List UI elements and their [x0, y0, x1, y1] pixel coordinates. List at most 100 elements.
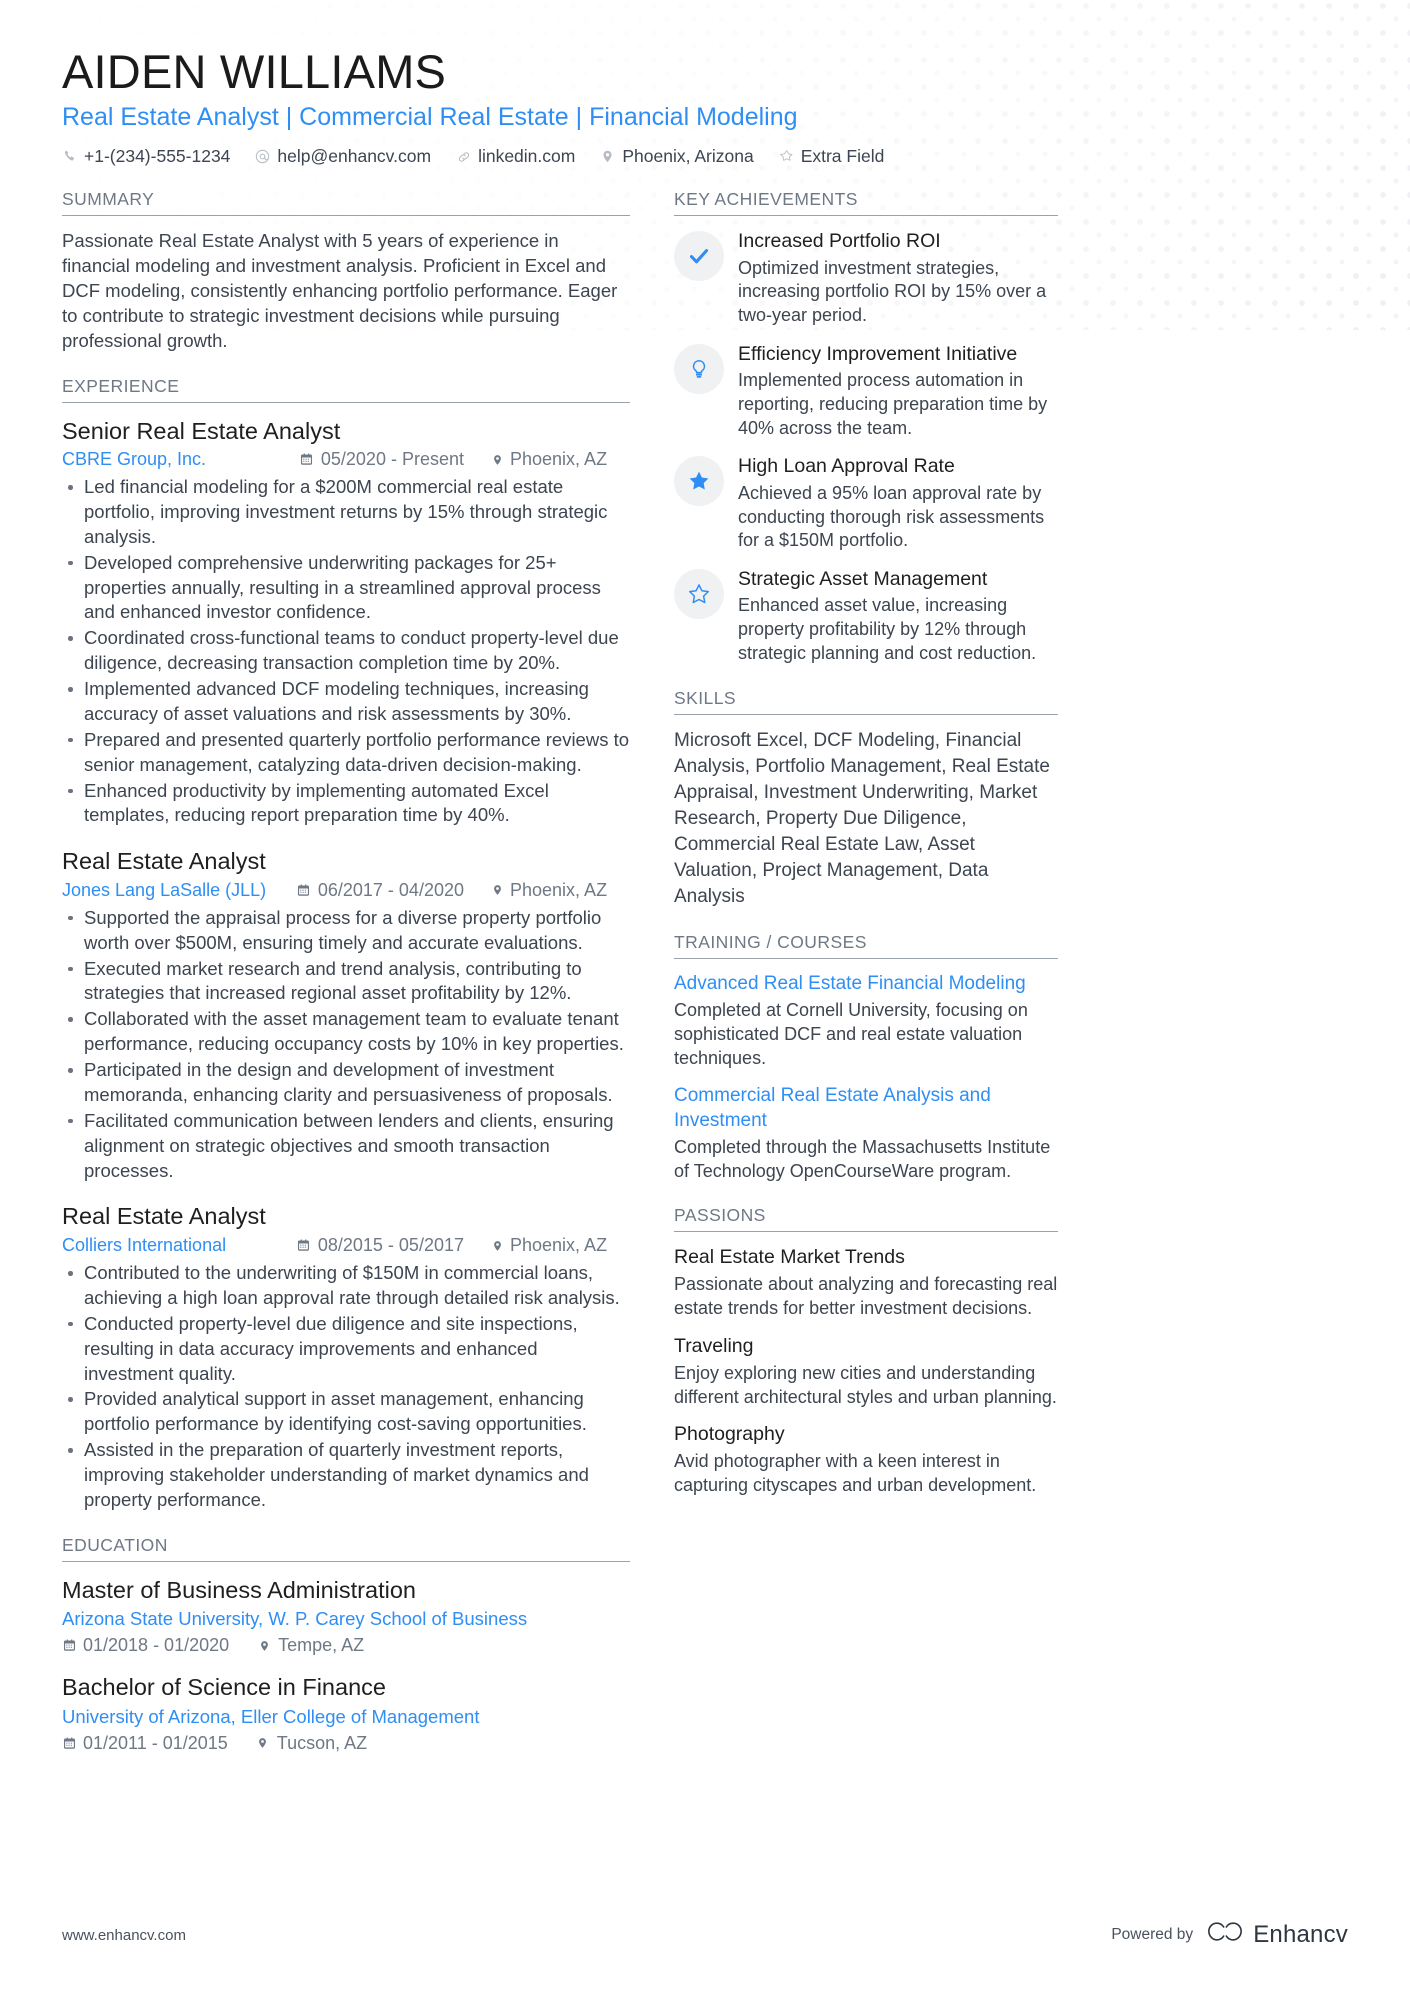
achievement-body: Strategic Asset Management Enhanced asse… — [738, 567, 1058, 666]
resume-header: AIDEN WILLIAMS Real Estate Analyst | Com… — [62, 0, 1348, 167]
education-date: 01/2018 - 01/2020 — [62, 1635, 229, 1656]
job-bullet: Led financial modeling for a $200M comme… — [62, 475, 630, 550]
enhancv-brand-name: Enhancv — [1253, 1921, 1348, 1948]
job-date-text: 06/2017 - 04/2020 — [317, 879, 464, 900]
education-school[interactable]: Arizona State University, W. P. Carey Sc… — [62, 1607, 630, 1631]
achievement-description: Enhanced asset value, increasing propert… — [738, 595, 1037, 663]
link-icon — [456, 148, 471, 165]
contact-phone-text: +1-(234)-555-1234 — [84, 146, 231, 167]
section-passions: PASSIONS Real Estate Market Trends Passi… — [674, 1205, 1058, 1497]
location-pin-icon — [490, 882, 504, 898]
achievement-item: Strategic Asset Management Enhanced asse… — [674, 567, 1058, 666]
job-location: Phoenix, AZ — [490, 880, 630, 901]
passion-description: Avid photographer with a keen interest i… — [674, 1451, 1037, 1496]
passion-item: Real Estate Market Trends Passionate abo… — [674, 1245, 1058, 1320]
lightbulb-icon — [688, 358, 710, 380]
contact-linkedin-text: linkedin.com — [478, 146, 576, 167]
job-company[interactable]: CBRE Group, Inc. — [62, 449, 206, 470]
section-summary: SUMMARY Passionate Real Estate Analyst w… — [62, 189, 630, 353]
footer-brand-area: Powered by Enhancv — [1111, 1921, 1348, 1949]
achievement-badge — [674, 456, 724, 507]
job-bullet: Prepared and presented quarterly portfol… — [62, 728, 630, 778]
course-title[interactable]: Advanced Real Estate Financial Modeling — [674, 972, 1058, 996]
job-location-text: Phoenix, AZ — [510, 1235, 608, 1256]
contact-location-text: Phoenix, Arizona — [622, 146, 754, 167]
section-title-key-achievements: KEY ACHIEVEMENTS — [674, 189, 1058, 217]
job-location-text: Phoenix, AZ — [510, 879, 608, 900]
candidate-headline: Real Estate Analyst | Commercial Real Es… — [62, 102, 798, 131]
job-location: Phoenix, AZ — [490, 449, 630, 470]
job-bullet: Coordinated cross-functional teams to co… — [62, 626, 630, 676]
star-outline-icon — [779, 148, 794, 165]
section-title-experience: EXPERIENCE — [62, 376, 630, 403]
section-skills: SKILLS Microsoft Excel, DCF Modeling, Fi… — [674, 688, 1058, 910]
experience-item: Real Estate Analyst Jones Lang LaSalle (… — [62, 846, 630, 1183]
job-date-text: 05/2020 - Present — [320, 449, 464, 470]
achievement-title: Increased Portfolio ROI — [738, 230, 941, 253]
education-item: Master of Business Administration Arizon… — [62, 1575, 630, 1657]
job-bullet: Contributed to the underwriting of $150M… — [62, 1261, 630, 1311]
section-title-training: TRAINING / COURSES — [674, 932, 1058, 959]
job-title: Real Estate Analyst — [62, 848, 266, 875]
achievement-item: High Loan Approval Rate Achieved a 95% l… — [674, 454, 1058, 553]
job-bullet: Enhanced productivity by implementing au… — [62, 779, 630, 829]
achievement-description: Achieved a 95% loan approval rate by con… — [738, 482, 1045, 551]
passion-title: Traveling — [674, 1334, 754, 1357]
achievement-item: Efficiency Improvement Initiative Implem… — [674, 342, 1058, 441]
passion-description: Enjoy exploring new cities and understan… — [674, 1362, 1057, 1407]
location-pin-icon — [600, 148, 615, 165]
skills-text: Microsoft Excel, DCF Modeling, Financial… — [674, 729, 1050, 907]
achievement-title: Efficiency Improvement Initiative — [738, 342, 1018, 365]
email-icon — [255, 148, 270, 165]
section-experience: EXPERIENCE Senior Real Estate Analyst CB… — [62, 376, 630, 1513]
course-item: Advanced Real Estate Financial Modeling … — [674, 972, 1058, 1071]
education-location: Tucson, AZ — [256, 1733, 367, 1754]
calendar-icon — [297, 1238, 311, 1254]
contact-linkedin[interactable]: linkedin.com — [456, 146, 575, 167]
achievement-description: Implemented process automation in report… — [738, 370, 1048, 438]
job-date-text: 08/2015 - 05/2017 — [317, 1235, 464, 1256]
course-title[interactable]: Commercial Real Estate Analysis and Inve… — [674, 1084, 1058, 1133]
education-meta: 01/2011 - 01/2015 Tucson, AZ — [62, 1733, 630, 1754]
job-company[interactable]: Colliers International — [62, 1235, 226, 1256]
course-item: Commercial Real Estate Analysis and Inve… — [674, 1084, 1058, 1183]
section-title-education: EDUCATION — [62, 1535, 630, 1562]
passion-title: Real Estate Market Trends — [674, 1246, 905, 1269]
section-key-achievements: KEY ACHIEVEMENTS Increased Portfolio ROI… — [674, 189, 1058, 666]
course-description: Completed through the Massachusetts Inst… — [674, 1136, 1051, 1181]
footer-website[interactable]: www.enhancv.com — [62, 1927, 186, 1944]
achievement-body: High Loan Approval Rate Achieved a 95% l… — [738, 454, 1058, 553]
job-meta: CBRE Group, Inc. 05/2020 - Present Phoen… — [62, 449, 630, 470]
enhancv-brand[interactable]: Enhancv — [1206, 1921, 1348, 1949]
left-column: SUMMARY Passionate Real Estate Analyst w… — [62, 189, 630, 1754]
job-bullet: Supported the appraisal process for a di… — [62, 906, 630, 956]
education-degree: Bachelor of Science in Finance — [62, 1674, 386, 1701]
job-bullet: Assisted in the preparation of quarterly… — [62, 1438, 630, 1513]
section-title-skills: SKILLS — [674, 688, 1058, 715]
location-pin-icon — [256, 1735, 270, 1751]
education-date-text: 01/2018 - 01/2020 — [83, 1635, 230, 1656]
job-bullet: Collaborated with the asset management t… — [62, 1007, 630, 1057]
education-location-text: Tempe, AZ — [278, 1635, 365, 1656]
education-school[interactable]: University of Arizona, Eller College of … — [62, 1705, 630, 1729]
achievement-badge — [674, 343, 724, 394]
job-location-text: Phoenix, AZ — [510, 449, 608, 470]
education-meta: 01/2018 - 01/2020 Tempe, AZ — [62, 1635, 630, 1656]
passion-title: Photography — [674, 1423, 785, 1446]
experience-item: Senior Real Estate Analyst CBRE Group, I… — [62, 416, 630, 829]
contact-email[interactable]: help@enhancv.com — [255, 146, 431, 167]
job-company[interactable]: Jones Lang LaSalle (JLL) — [62, 880, 266, 901]
achievement-badge — [674, 231, 724, 282]
contact-phone[interactable]: +1-(234)-555-1234 — [62, 146, 230, 167]
job-title: Senior Real Estate Analyst — [62, 417, 341, 444]
contact-email-text: help@enhancv.com — [277, 146, 432, 167]
resume-footer: www.enhancv.com Powered by Enhancv — [62, 1921, 1348, 1949]
resume-columns: SUMMARY Passionate Real Estate Analyst w… — [62, 189, 1348, 1754]
job-bullet: Developed comprehensive underwriting pac… — [62, 551, 630, 626]
achievement-title: Strategic Asset Management — [738, 568, 988, 590]
achievement-description: Optimized investment strategies, increas… — [738, 257, 1047, 326]
section-title-summary: SUMMARY — [62, 189, 630, 217]
achievement-badge — [674, 569, 724, 619]
section-title-passions: PASSIONS — [674, 1205, 1058, 1233]
job-bullet: Implemented advanced DCF modeling techni… — [62, 677, 630, 727]
